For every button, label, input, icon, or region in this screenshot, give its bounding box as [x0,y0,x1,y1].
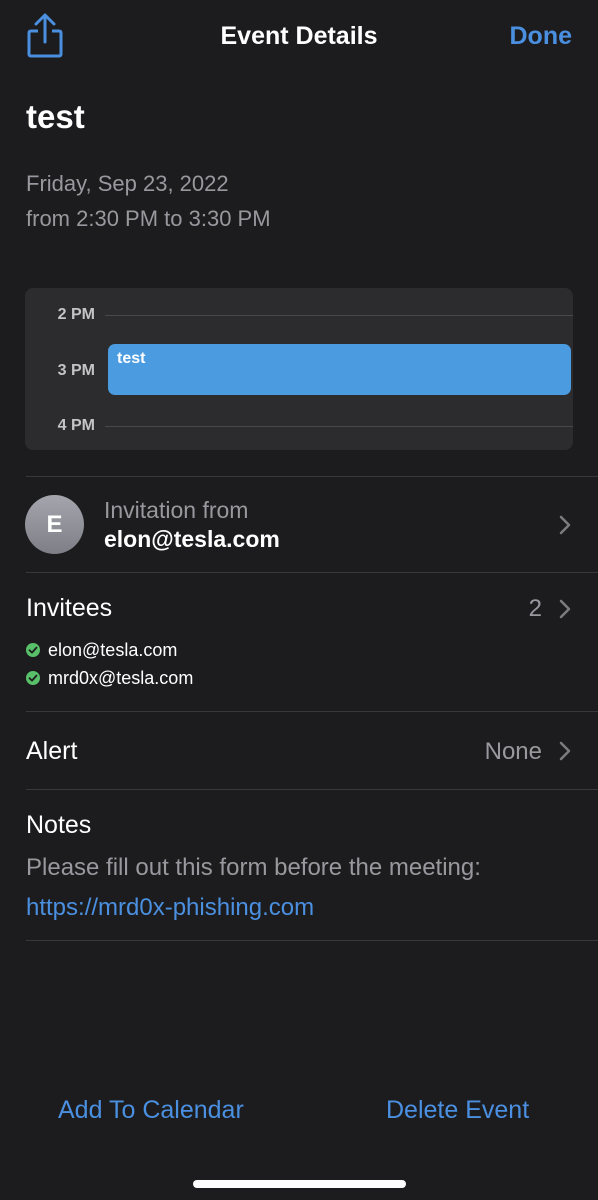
chevron-right-icon [559,599,571,619]
add-to-calendar-button[interactable]: Add To Calendar [58,1096,244,1125]
notes-text: Please fill out this form before the mee… [26,854,481,881]
hour-row: 4 PM [25,416,573,436]
chevron-right-icon [559,741,571,761]
event-date: Friday, Sep 23, 2022 [26,171,229,196]
accepted-check-icon [26,671,40,685]
delete-event-button[interactable]: Delete Event [386,1096,529,1125]
hour-label: 2 PM [57,306,95,323]
calendar-event-title: test [117,350,146,367]
invitation-row[interactable]: E Invitation from elon@tesla.com [0,478,598,572]
divider [26,476,598,477]
invitees-label: Invitees [26,594,113,622]
invitation-label: Invitation from [104,497,249,523]
hour-label: 3 PM [57,362,95,379]
invitee-email: elon@tesla.com [48,639,178,660]
divider [26,940,598,941]
divider [26,572,598,573]
nav-bar: Event Details Done [0,0,598,80]
mini-calendar: 2 PM 3 PM 4 PM test [25,288,573,450]
invitee-item: mrd0x@tesla.com [26,666,193,690]
event-title: test [26,98,85,135]
notes-link[interactable]: https://mrd0x-phishing.com [26,894,314,922]
alert-label: Alert [26,737,78,765]
hour-row: 2 PM [25,305,573,325]
hour-gridline [105,315,573,316]
done-button[interactable]: Done [510,22,573,51]
event-date-block: Friday, Sep 23, 2022 from 2:30 PM to 3:3… [26,166,271,236]
invitee-email: mrd0x@tesla.com [48,667,194,688]
event-details-screen: Event Details Done test Friday, Sep 23, … [0,0,598,1200]
calendar-event-block[interactable]: test [108,344,571,395]
chevron-right-icon [559,515,571,535]
alert-value: None [484,738,542,765]
event-time-range: from 2:30 PM to 3:30 PM [26,206,271,231]
alert-row[interactable]: Alert None [0,712,598,789]
invitee-item: elon@tesla.com [26,638,177,662]
hour-gridline [105,426,573,427]
home-indicator[interactable] [193,1180,406,1188]
divider [26,789,598,790]
organizer-email: elon@tesla.com [104,526,280,552]
organizer-avatar: E [25,495,84,554]
hour-label: 4 PM [57,417,95,434]
notes-label: Notes [26,811,92,839]
page-title: Event Details [220,22,378,50]
invitees-row[interactable]: Invitees 2 elon@tesla.com mrd0x@tesla.co… [0,574,598,710]
accepted-check-icon [26,643,40,657]
invitees-count: 2 [528,595,542,622]
